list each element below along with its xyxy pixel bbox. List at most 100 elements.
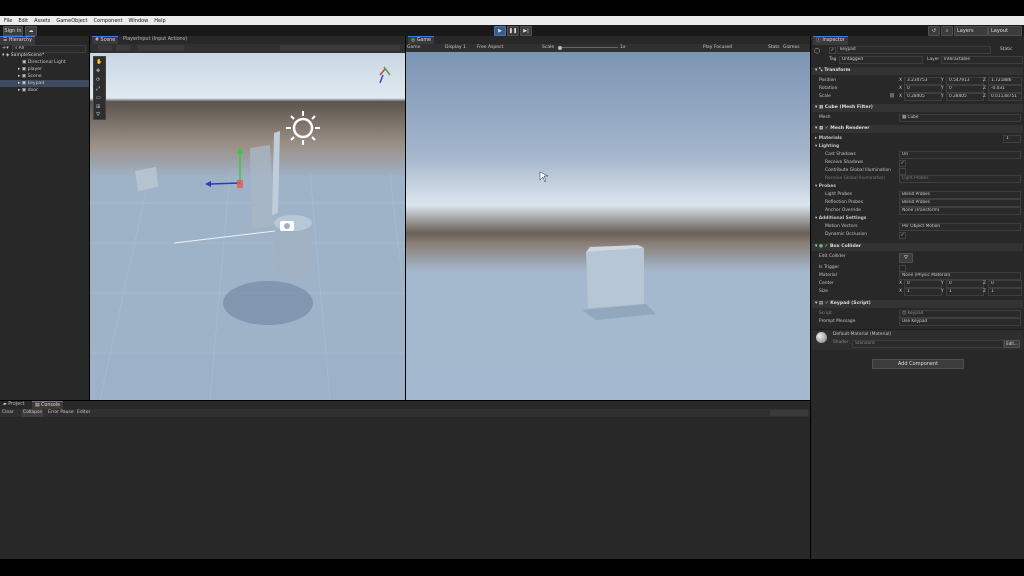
menu-file[interactable]: File: [4, 18, 12, 24]
tab-playerinput[interactable]: PlayerInput (Input Actions): [120, 36, 190, 44]
editor-dropdown[interactable]: Editor: [77, 409, 90, 417]
cast-shadows-dropdown[interactable]: On: [899, 151, 1021, 159]
scene-view-options[interactable]: [280, 45, 400, 51]
menu-window[interactable]: Window: [129, 18, 149, 24]
collider-material-field[interactable]: None (Physic Material): [899, 272, 1021, 280]
pause-button[interactable]: ❚❚: [507, 26, 519, 36]
center-x-field[interactable]: 0: [904, 280, 942, 288]
contribute-gi-checkbox[interactable]: [899, 168, 906, 175]
tab-inspector[interactable]: ⓘ Inspector: [813, 36, 848, 45]
add-icon[interactable]: +▾: [2, 45, 10, 51]
is-trigger-checkbox[interactable]: [899, 265, 906, 272]
cloud-button[interactable]: ☁: [25, 26, 37, 36]
scene-viewport[interactable]: ✋ ✥ ⟳ ⤢ ▭ ⊞ ⛛: [90, 53, 405, 400]
position-z-field[interactable]: 1.721886: [988, 77, 1022, 85]
clear-button[interactable]: Clear: [2, 409, 14, 417]
size-y-field[interactable]: 1: [946, 288, 984, 296]
hierarchy-item[interactable]: ▸ ▣ door: [18, 87, 38, 94]
center-z-field[interactable]: 0: [988, 280, 1022, 288]
active-checkbox[interactable]: ✓: [829, 47, 836, 54]
light-probes-dropdown[interactable]: Blend Probes: [899, 191, 1021, 199]
hand-tool-icon[interactable]: ✋: [96, 59, 102, 65]
materials-count[interactable]: 1: [1003, 135, 1021, 143]
scale-x-field[interactable]: 0.28405: [904, 93, 942, 101]
prompt-message-field[interactable]: Use Keypad: [899, 318, 1021, 326]
move-tool-icon[interactable]: ✥: [96, 68, 100, 74]
aspect-dropdown[interactable]: Free Aspect: [477, 44, 503, 52]
play-focused-dropdown[interactable]: Play Focused: [703, 44, 732, 52]
display-dropdown[interactable]: Display 1: [445, 44, 466, 52]
box-collider-header[interactable]: ▾ ● ✓ Box Collider: [812, 243, 1023, 251]
material-name[interactable]: Default-Material (Material): [833, 331, 891, 338]
scene-tool-dropdown[interactable]: [98, 45, 112, 51]
mesh-field[interactable]: ▦ Cube: [899, 114, 1021, 122]
scale-slider-thumb[interactable]: [558, 45, 562, 50]
reflection-probes-dropdown[interactable]: Blend Probes: [899, 199, 1021, 207]
keypad-script-header[interactable]: ▾ ▤ ✓ Keypad (Script): [812, 300, 1023, 308]
hierarchy-item[interactable]: ▸ ▣ Scene: [18, 73, 42, 80]
menu-component[interactable]: Component: [94, 18, 123, 24]
scale-tool-icon[interactable]: ⤢: [96, 86, 100, 92]
menu-gameobject[interactable]: GameObject: [56, 18, 87, 24]
rotation-y-field[interactable]: 0: [946, 85, 984, 93]
gizmos-dropdown[interactable]: Gizmos: [783, 44, 800, 52]
history-button[interactable]: ↺: [928, 26, 940, 36]
receive-shadows-checkbox[interactable]: ✓: [899, 160, 906, 167]
rotate-tool-icon[interactable]: ⟳: [96, 77, 100, 83]
transform-tool-icon[interactable]: ⊞: [96, 104, 100, 110]
size-z-field[interactable]: 1: [988, 288, 1022, 296]
size-x-field[interactable]: 1: [904, 288, 942, 296]
menu-assets[interactable]: Assets: [34, 18, 50, 24]
rotation-z-field[interactable]: -0.031: [988, 85, 1022, 93]
error-pause-button[interactable]: Error Pause: [48, 409, 74, 417]
play-button[interactable]: ▶: [494, 26, 506, 36]
scene-tool-dropdown[interactable]: [116, 45, 130, 51]
position-y-field[interactable]: 0.547913: [946, 77, 984, 85]
menu-edit[interactable]: Edit: [18, 18, 28, 24]
tag-dropdown[interactable]: Untagged: [839, 56, 923, 64]
hierarchy-item[interactable]: ▣ Directional Light: [22, 59, 66, 66]
scale-slider[interactable]: [558, 47, 618, 48]
rotation-x-field[interactable]: 0: [904, 85, 942, 93]
menu-help[interactable]: Help: [154, 18, 165, 24]
game-viewport[interactable]: [406, 52, 810, 400]
layout-dropdown[interactable]: Layout: [988, 26, 1022, 36]
game-display-mode[interactable]: Game: [407, 44, 420, 52]
tab-project[interactable]: ▰ Project: [0, 401, 28, 409]
shader-dropdown[interactable]: Standard: [852, 340, 1004, 348]
tab-hierarchy[interactable]: ☰ Hierarchy: [0, 36, 36, 45]
scene-item[interactable]: ▾ ◈ SampleScene*: [2, 52, 44, 59]
mesh-filter-header[interactable]: ▾ ▦ Cube (Mesh Filter): [812, 104, 1023, 112]
search-button[interactable]: ⌕: [941, 26, 953, 36]
hierarchy-item-selected[interactable]: ▸ ▣ keypad: [0, 80, 89, 87]
scale-y-field[interactable]: 0.28405: [946, 93, 984, 101]
edit-collider-button[interactable]: ⛛: [899, 253, 913, 263]
hierarchy-item[interactable]: ▸ ▣ player: [18, 66, 42, 73]
link-icon[interactable]: ⛓: [889, 93, 895, 100]
scale-z-field[interactable]: 0.01138751: [988, 93, 1022, 101]
scene-gizmo-group[interactable]: [138, 45, 184, 51]
sign-in-button[interactable]: Sign In: [3, 26, 23, 36]
position-x-field[interactable]: 3.234753: [904, 77, 942, 85]
dynamic-occlusion-checkbox[interactable]: ✓: [899, 232, 906, 239]
add-component-button[interactable]: Add Component: [872, 359, 964, 369]
center-y-field[interactable]: 0: [946, 280, 984, 288]
anchor-override-field[interactable]: None (Transform): [899, 207, 1021, 215]
layers-dropdown[interactable]: Layers: [954, 26, 988, 36]
materials-foldout[interactable]: ▸ Materials: [815, 135, 842, 142]
object-name-field[interactable]: keypad: [837, 46, 991, 54]
layer-dropdown[interactable]: Interactable: [941, 56, 1023, 64]
collapse-button[interactable]: Collapse: [22, 409, 44, 417]
stats-button[interactable]: Stats: [768, 44, 780, 52]
custom-tool-icon[interactable]: ⛛: [96, 112, 100, 118]
rect-tool-icon[interactable]: ▭: [96, 95, 101, 101]
mesh-renderer-header[interactable]: ▾ ▦ ✓ Mesh Renderer: [812, 125, 1023, 133]
motion-vectors-dropdown[interactable]: Per Object Motion: [899, 223, 1021, 231]
additional-settings-foldout[interactable]: ▾ Additional Settings: [815, 215, 866, 222]
material-edit-button[interactable]: Edit...: [1004, 340, 1020, 348]
probes-foldout[interactable]: ▾ Probes: [815, 183, 836, 190]
console-filter-icons[interactable]: [770, 410, 808, 416]
step-button[interactable]: ▶|: [520, 26, 532, 36]
lighting-foldout[interactable]: ▾ Lighting: [815, 143, 839, 150]
transform-header[interactable]: ▾ ⤡ Transform: [812, 67, 1023, 75]
